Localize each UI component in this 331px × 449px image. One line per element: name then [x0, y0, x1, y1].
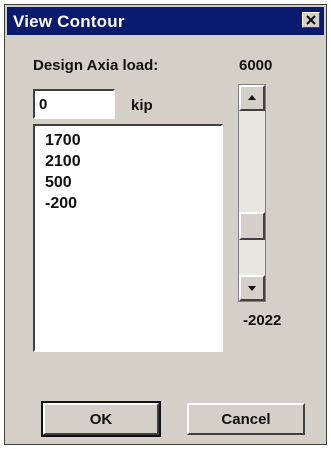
close-button[interactable]: [302, 12, 320, 28]
scroll-max-label: 6000: [239, 57, 273, 74]
scroll-down-arrow-icon: [248, 286, 256, 291]
load-values-listbox[interactable]: 1700 2100 500 -200: [33, 124, 223, 352]
cancel-button[interactable]: Cancel: [187, 403, 305, 435]
ok-button[interactable]: OK: [41, 401, 161, 437]
view-contour-dialog: View Contour Design Axia load: 6000 kip …: [4, 4, 327, 445]
scroll-up-button[interactable]: [239, 85, 265, 111]
list-item[interactable]: 500: [45, 172, 211, 193]
list-item[interactable]: 2100: [45, 151, 211, 172]
scroll-thumb[interactable]: [239, 212, 265, 240]
window-title: View Contour: [13, 12, 125, 31]
load-scrollbar[interactable]: [238, 84, 266, 302]
list-item[interactable]: 1700: [45, 130, 211, 151]
design-axial-load-label: Design Axia load:: [33, 57, 159, 74]
close-icon: [306, 15, 316, 25]
list-item[interactable]: -200: [45, 193, 211, 214]
scroll-min-label: -2022: [243, 312, 282, 329]
title-bar[interactable]: View Contour: [7, 7, 324, 35]
scroll-down-button[interactable]: [239, 275, 265, 301]
design-load-input[interactable]: [33, 89, 115, 119]
unit-label: kip: [131, 97, 153, 114]
scroll-up-arrow-icon: [248, 95, 256, 100]
